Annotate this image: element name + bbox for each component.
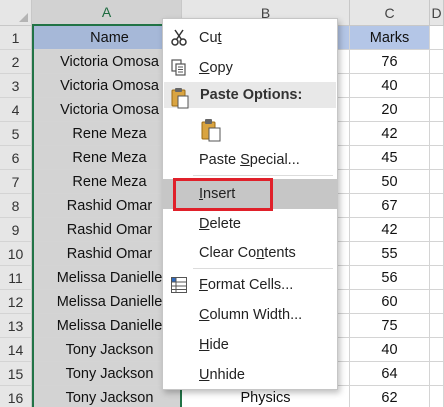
clipboard-icon xyxy=(170,88,190,109)
menu-item-unhide[interactable]: Unhide xyxy=(163,360,337,390)
cell-d[interactable] xyxy=(430,26,444,50)
paste-options-label: Paste Options: xyxy=(200,87,303,103)
menu-label-insert: Insert xyxy=(199,186,236,202)
cell-d[interactable] xyxy=(430,386,444,407)
menu-label-cut: Cut xyxy=(199,30,222,46)
row-number[interactable]: 6 xyxy=(0,146,32,170)
paste-icon xyxy=(199,117,223,143)
cell-d[interactable] xyxy=(430,218,444,242)
cell-d[interactable] xyxy=(430,242,444,266)
menu-item-paste-special[interactable]: Paste Special... xyxy=(163,145,337,175)
cell-name[interactable]: Melissa Danielle xyxy=(32,266,182,290)
cell-d[interactable] xyxy=(430,194,444,218)
cell-d[interactable] xyxy=(430,170,444,194)
cell-marks[interactable]: 45 xyxy=(350,146,430,170)
row-number[interactable]: 16 xyxy=(0,386,32,407)
format-cells-icon xyxy=(169,275,189,295)
paste-options-header: Paste Options: xyxy=(164,82,336,109)
cell-marks[interactable]: 42 xyxy=(350,218,430,242)
row-number[interactable]: 5 xyxy=(0,122,32,146)
row-number[interactable]: 8 xyxy=(0,194,32,218)
cell-name[interactable]: Rashid Omar xyxy=(32,194,182,218)
cell-name[interactable]: Rene Meza xyxy=(32,146,182,170)
cell-d[interactable] xyxy=(430,338,444,362)
cell-name[interactable]: Rene Meza xyxy=(32,122,182,146)
menu-separator xyxy=(193,175,333,176)
menu-item-cut[interactable]: Cut xyxy=(163,23,337,53)
cell-name[interactable]: Tony Jackson xyxy=(32,386,182,407)
menu-label-copy: Copy xyxy=(199,60,233,76)
row-number[interactable]: 4 xyxy=(0,98,32,122)
cell-name[interactable]: Victoria Omosa xyxy=(32,50,182,74)
menu-label-column-width: Column Width... xyxy=(199,307,303,323)
row-number[interactable]: 10 xyxy=(0,242,32,266)
cell-name[interactable]: Melissa Danielle xyxy=(32,290,182,314)
menu-label-clear-contents: Clear Contents xyxy=(199,245,296,261)
select-all-button[interactable] xyxy=(0,0,32,26)
cell-marks[interactable]: 76 xyxy=(350,50,430,74)
cell-d[interactable] xyxy=(430,122,444,146)
row-number[interactable]: 14 xyxy=(0,338,32,362)
row-number[interactable]: 12 xyxy=(0,290,32,314)
cell-marks[interactable]: 56 xyxy=(350,266,430,290)
cell-d[interactable] xyxy=(430,146,444,170)
cell-name[interactable]: Name xyxy=(32,26,182,50)
cell-d[interactable] xyxy=(430,362,444,386)
cell-marks[interactable]: 64 xyxy=(350,362,430,386)
column-header-a[interactable]: A xyxy=(32,0,182,26)
menu-label-format-cells: Format Cells... xyxy=(199,277,294,293)
menu-item-delete[interactable]: Delete xyxy=(163,209,337,239)
cell-d[interactable] xyxy=(430,314,444,338)
row-number[interactable]: 15 xyxy=(0,362,32,386)
menu-item-clear-contents[interactable]: Clear Contents xyxy=(163,238,337,268)
scissors-icon xyxy=(169,28,189,48)
cell-marks[interactable]: 20 xyxy=(350,98,430,122)
context-menu: Cut Copy Paste Options: Paste Special...… xyxy=(162,18,338,390)
column-header-d[interactable]: D xyxy=(430,0,444,26)
row-number[interactable]: 7 xyxy=(0,170,32,194)
row-number[interactable]: 9 xyxy=(0,218,32,242)
menu-item-column-width[interactable]: Column Width... xyxy=(163,300,337,330)
menu-label-unhide: Unhide xyxy=(199,367,245,383)
cell-d[interactable] xyxy=(430,266,444,290)
cell-name[interactable]: Tony Jackson xyxy=(32,362,182,386)
paste-option-button[interactable] xyxy=(163,113,337,147)
cell-name[interactable]: Victoria Omosa xyxy=(32,98,182,122)
cell-name[interactable]: Rene Meza xyxy=(32,170,182,194)
copy-icon xyxy=(169,58,189,78)
row-number[interactable]: 1 xyxy=(0,26,32,50)
row-number[interactable]: 13 xyxy=(0,314,32,338)
menu-label-delete: Delete xyxy=(199,216,241,232)
cell-marks[interactable]: 50 xyxy=(350,170,430,194)
cell-marks[interactable]: 55 xyxy=(350,242,430,266)
cell-marks[interactable]: 60 xyxy=(350,290,430,314)
cell-marks[interactable]: 42 xyxy=(350,122,430,146)
menu-item-insert[interactable]: Insert xyxy=(163,179,337,209)
cell-name[interactable]: Tony Jackson xyxy=(32,338,182,362)
cell-marks[interactable]: 40 xyxy=(350,74,430,98)
cell-d[interactable] xyxy=(430,74,444,98)
cell-name[interactable]: Victoria Omosa xyxy=(32,74,182,98)
cell-name[interactable]: Melissa Danielle xyxy=(32,314,182,338)
menu-label-hide: Hide xyxy=(199,337,229,353)
cell-marks[interactable]: Marks xyxy=(350,26,430,50)
cell-marks[interactable]: 40 xyxy=(350,338,430,362)
menu-item-format-cells[interactable]: Format Cells... xyxy=(163,270,337,300)
menu-item-hide[interactable]: Hide xyxy=(163,330,337,360)
cell-d[interactable] xyxy=(430,98,444,122)
menu-label-paste-special: Paste Special... xyxy=(199,152,300,168)
menu-separator xyxy=(193,268,333,269)
cell-marks[interactable]: 67 xyxy=(350,194,430,218)
cell-marks[interactable]: 75 xyxy=(350,314,430,338)
row-number[interactable]: 11 xyxy=(0,266,32,290)
row-number[interactable]: 2 xyxy=(0,50,32,74)
cell-name[interactable]: Rashid Omar xyxy=(32,218,182,242)
cell-name[interactable]: Rashid Omar xyxy=(32,242,182,266)
row-number[interactable]: 3 xyxy=(0,74,32,98)
cell-marks[interactable]: 62 xyxy=(350,386,430,407)
cell-d[interactable] xyxy=(430,290,444,314)
menu-item-copy[interactable]: Copy xyxy=(163,53,337,83)
cell-d[interactable] xyxy=(430,50,444,74)
column-header-c[interactable]: C xyxy=(350,0,430,26)
